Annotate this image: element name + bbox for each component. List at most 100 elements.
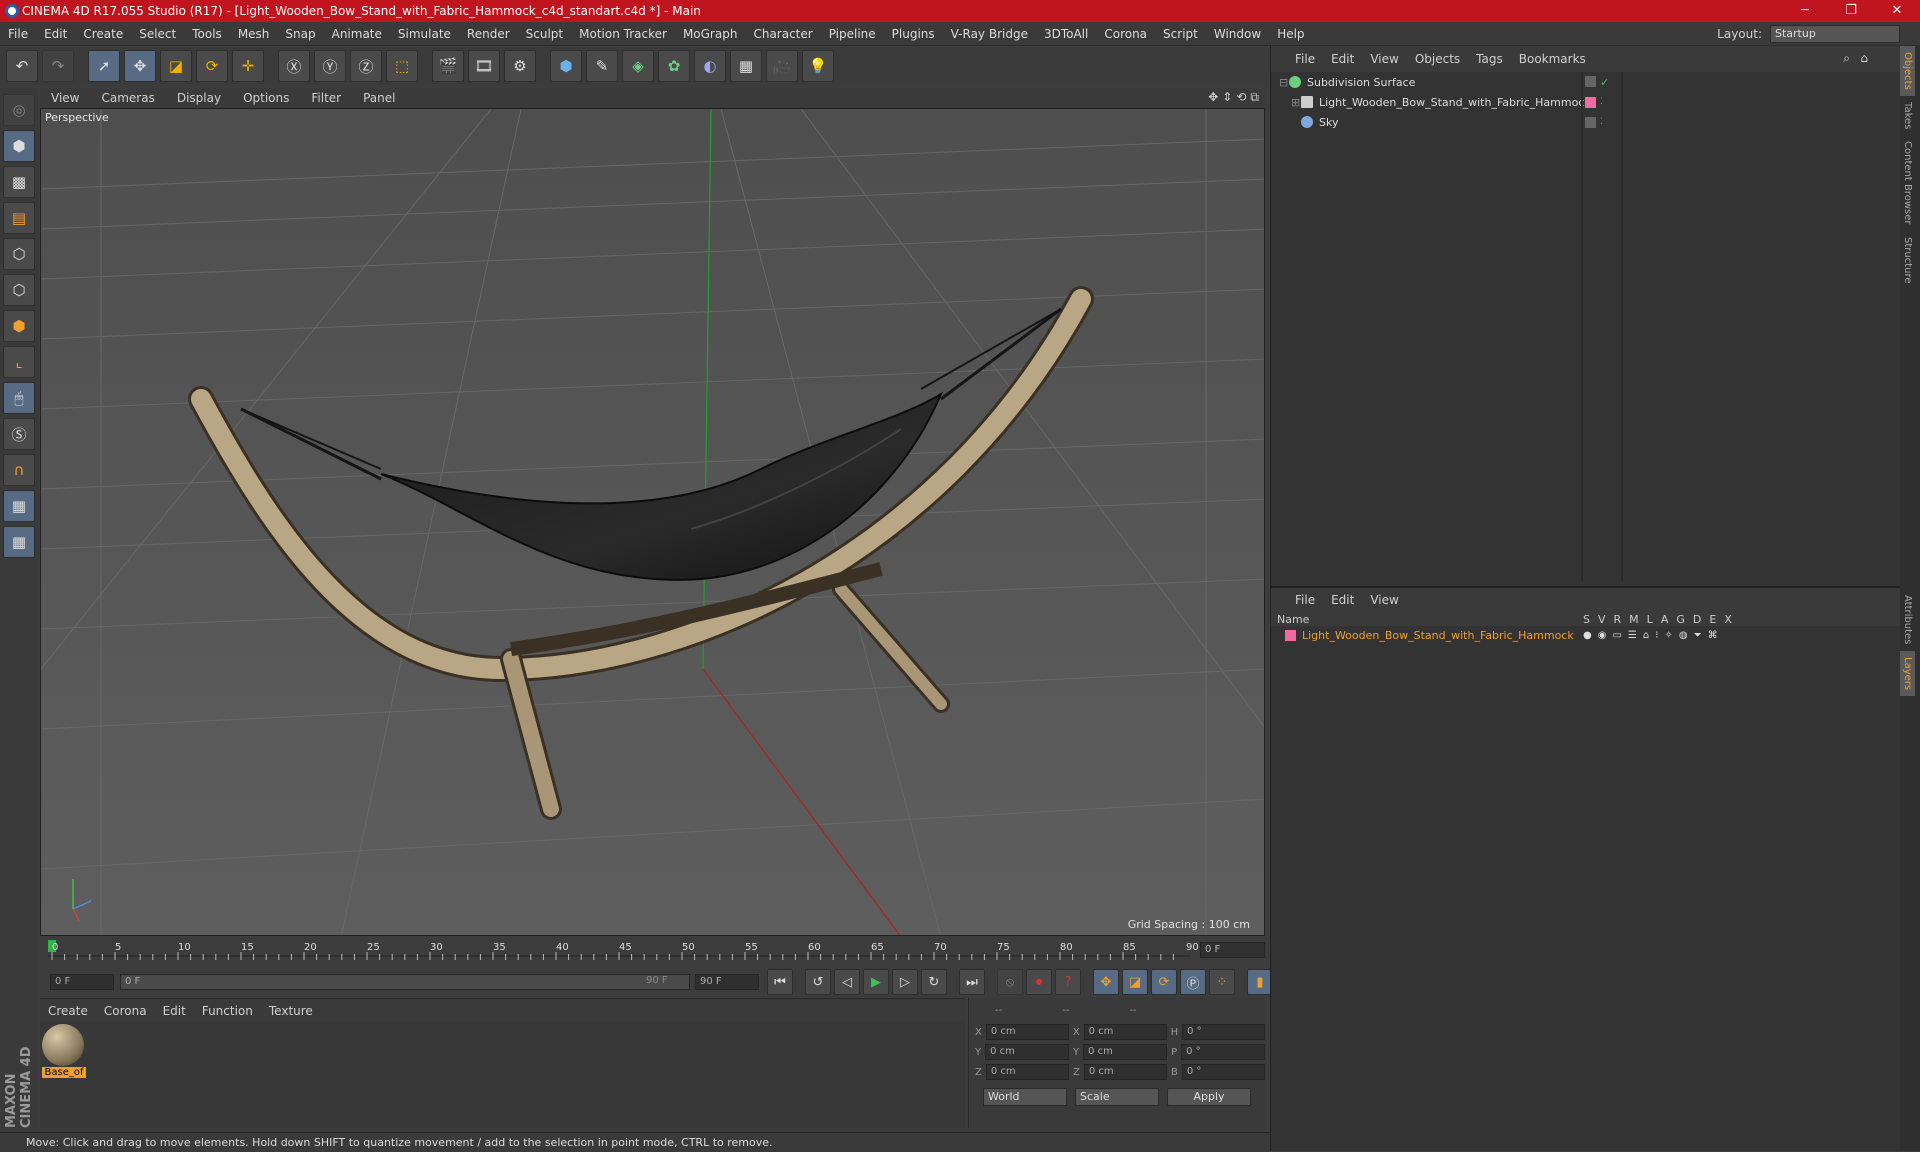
rotation-b-field[interactable]: 0 ° bbox=[1181, 1064, 1266, 1080]
texture-mode-icon[interactable]: ▩ bbox=[3, 166, 35, 198]
lock-toggle-icon[interactable]: ⌂ bbox=[1643, 630, 1649, 641]
objects-menu-file[interactable]: File bbox=[1287, 52, 1323, 66]
snapping-icon[interactable]: ∩ bbox=[3, 454, 35, 486]
menu-character[interactable]: Character bbox=[745, 27, 820, 41]
rotate-view-icon[interactable]: ⟲ bbox=[1236, 90, 1246, 105]
menu-edit[interactable]: Edit bbox=[36, 27, 75, 41]
expression-toggle-icon[interactable]: ⏷ bbox=[1694, 630, 1702, 641]
menu-simulate[interactable]: Simulate bbox=[390, 27, 459, 41]
position-y-field[interactable]: 0 cm bbox=[985, 1044, 1070, 1060]
coordinate-mode-dropdown[interactable]: World bbox=[983, 1088, 1067, 1106]
tab-content-browser[interactable]: Content Browser bbox=[1900, 135, 1915, 230]
menu-tools[interactable]: Tools bbox=[184, 27, 230, 41]
tab-structure[interactable]: Structure bbox=[1900, 231, 1915, 290]
solo-toggle-icon[interactable]: ● bbox=[1583, 630, 1592, 641]
home-icon[interactable]: ⌂ bbox=[1860, 51, 1868, 65]
deformer-icon[interactable]: ◐ bbox=[694, 50, 726, 82]
go-to-start-icon[interactable]: ⏮ bbox=[767, 969, 793, 995]
menu-3dtoall[interactable]: 3DToAll bbox=[1036, 27, 1096, 41]
material-menu-function[interactable]: Function bbox=[194, 1004, 261, 1018]
previous-frame-icon[interactable]: ◁ bbox=[834, 969, 860, 995]
floor-scene-icon[interactable]: ▦ bbox=[730, 50, 762, 82]
material-menu-corona[interactable]: Corona bbox=[96, 1004, 155, 1018]
make-editable-icon[interactable]: ◎ bbox=[3, 94, 35, 126]
view-toggle-icon[interactable]: ◉ bbox=[1598, 630, 1607, 641]
menu-mograph[interactable]: MoGraph bbox=[675, 27, 746, 41]
deformer-toggle-icon[interactable]: ◍ bbox=[1679, 630, 1688, 641]
workplane-mode-icon[interactable]: ▤ bbox=[3, 202, 35, 234]
current-frame-field[interactable]: 0 F bbox=[1200, 942, 1265, 958]
tab-attributes[interactable]: Attributes bbox=[1900, 589, 1915, 650]
point-level-key-icon[interactable]: ⁘ bbox=[1209, 969, 1235, 995]
z-axis-lock-icon[interactable]: Ⓩ bbox=[350, 50, 382, 82]
expand-icon[interactable]: ⊞ bbox=[1291, 96, 1301, 109]
size-x-field[interactable]: 0 cm bbox=[1083, 1024, 1167, 1040]
range-slider[interactable]: 0 F bbox=[120, 974, 690, 990]
parameter-key-icon[interactable]: Ⓟ bbox=[1180, 969, 1206, 995]
rotation-h-field[interactable]: 0 ° bbox=[1182, 1024, 1266, 1040]
menu-animate[interactable]: Animate bbox=[324, 27, 390, 41]
play-forward-icon[interactable]: ▶ bbox=[863, 969, 889, 995]
viewport-menu-options[interactable]: Options bbox=[232, 91, 300, 105]
motion-path-icon[interactable]: ⦸ bbox=[997, 969, 1023, 995]
visibility-dots-icon[interactable]: ⁚ bbox=[1600, 97, 1603, 108]
viewport-menu-cameras[interactable]: Cameras bbox=[90, 91, 165, 105]
menu-create[interactable]: Create bbox=[75, 27, 131, 41]
material-menu-texture[interactable]: Texture bbox=[261, 1004, 321, 1018]
menu-corona[interactable]: Corona bbox=[1096, 27, 1155, 41]
previous-key-icon[interactable]: ↺ bbox=[805, 969, 831, 995]
cloner-icon[interactable]: ✿ bbox=[658, 50, 690, 82]
perspective-viewport[interactable]: Perspective Grid Spacing : 100 cm bbox=[40, 108, 1265, 936]
close-button[interactable]: ✕ bbox=[1874, 0, 1920, 22]
render-picture-viewer-icon[interactable]: 🎞 bbox=[468, 50, 500, 82]
scale-tool-icon[interactable]: ◪ bbox=[160, 50, 192, 82]
tweak-mode-icon[interactable]: 🖱 bbox=[3, 382, 35, 414]
tab-takes[interactable]: Takes bbox=[1900, 96, 1915, 135]
generator-toggle-icon[interactable]: ✧ bbox=[1664, 630, 1672, 641]
objects-menu-view[interactable]: View bbox=[1362, 52, 1406, 66]
go-to-end-icon[interactable]: ⏭ bbox=[959, 969, 985, 995]
viewport-menu-filter[interactable]: Filter bbox=[300, 91, 352, 105]
position-z-field[interactable]: 0 cm bbox=[985, 1064, 1069, 1080]
rotation-key-icon[interactable]: ⟳ bbox=[1151, 969, 1177, 995]
scale-key-icon[interactable]: ◪ bbox=[1122, 969, 1148, 995]
subdivision-surface-icon[interactable]: ◈ bbox=[622, 50, 654, 82]
live-selection-icon[interactable]: ✛ bbox=[232, 50, 264, 82]
move-tool-icon[interactable]: ✥ bbox=[124, 50, 156, 82]
render-toggle-icon[interactable]: ▭ bbox=[1612, 630, 1621, 641]
planar-workplane-icon[interactable]: ▦ bbox=[3, 526, 35, 558]
x-axis-lock-icon[interactable]: Ⓧ bbox=[278, 50, 310, 82]
model-mode-icon[interactable]: ⬢ bbox=[3, 130, 35, 162]
viewport-menu-display[interactable]: Display bbox=[166, 91, 232, 105]
tab-layers[interactable]: Layers bbox=[1900, 650, 1915, 696]
record-keyframe-icon[interactable]: ⏺ bbox=[1026, 969, 1052, 995]
menu-render[interactable]: Render bbox=[459, 27, 518, 41]
layout-dropdown[interactable]: Startup bbox=[1770, 25, 1900, 43]
apply-button[interactable]: Apply bbox=[1167, 1088, 1251, 1106]
collapse-icon[interactable]: ⊟ bbox=[1279, 76, 1289, 89]
points-mode-icon[interactable]: ⬡ bbox=[3, 238, 35, 270]
undo-icon[interactable]: ↶ bbox=[6, 50, 38, 82]
objects-menu-tags[interactable]: Tags bbox=[1468, 52, 1511, 66]
next-key-icon[interactable]: ↻ bbox=[921, 969, 947, 995]
layer-color-icon[interactable] bbox=[1285, 629, 1296, 641]
material-menu-edit[interactable]: Edit bbox=[155, 1004, 194, 1018]
start-frame-field[interactable]: 0 F bbox=[50, 974, 114, 990]
light-icon[interactable]: 💡 bbox=[802, 50, 834, 82]
autokey-icon[interactable]: ? bbox=[1055, 969, 1081, 995]
cube-primitive-icon[interactable]: ⬢ bbox=[550, 50, 582, 82]
viewport-menu-view[interactable]: View bbox=[40, 91, 90, 105]
y-axis-lock-icon[interactable]: Ⓨ bbox=[314, 50, 346, 82]
select-arrow-icon[interactable]: ➚ bbox=[88, 50, 120, 82]
timeline-ruler[interactable]: 0 5 10 15 20 25 30 35 40 45 50 55 60 65 70 75 80 85 90 0 F bbox=[40, 938, 1265, 962]
manager-toggle-icon[interactable]: ☰ bbox=[1628, 630, 1637, 641]
polygons-mode-icon[interactable]: ⬢ bbox=[3, 310, 35, 342]
xref-toggle-icon[interactable]: ⌘ bbox=[1708, 630, 1718, 641]
menu-pipeline[interactable]: Pipeline bbox=[821, 27, 884, 41]
layers-menu-view[interactable]: View bbox=[1362, 593, 1406, 607]
menu-sculpt[interactable]: Sculpt bbox=[518, 27, 571, 41]
menu-mesh[interactable]: Mesh bbox=[230, 27, 278, 41]
minimize-button[interactable]: ─ bbox=[1782, 0, 1828, 22]
rotate-tool-icon[interactable]: ⟳ bbox=[196, 50, 228, 82]
pan-view-icon[interactable]: ✥ bbox=[1208, 90, 1218, 105]
